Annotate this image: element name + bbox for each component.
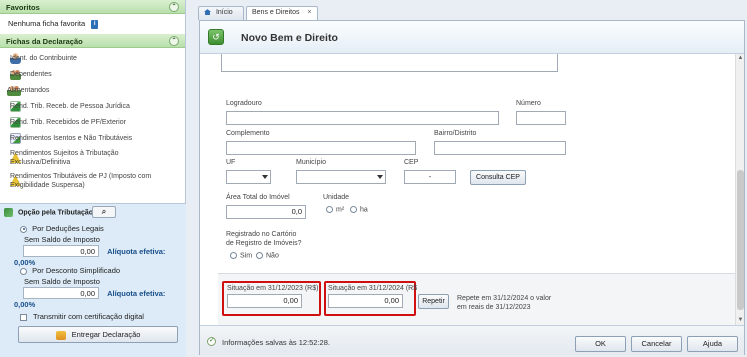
registrado-label-1: Registrado no Cartório (226, 231, 297, 238)
radio-button[interactable] (326, 206, 333, 213)
send-icon (55, 330, 66, 340)
scroll-thumb[interactable] (737, 170, 744, 310)
fichas-header[interactable]: Fichas da Declaração ⌃ (0, 34, 185, 48)
arrows-icon (4, 208, 13, 217)
form-area: Logradouro Número Complemento Bairro/Dis… (200, 54, 736, 325)
radio-deducoes-legais[interactable]: Por Deduções Legais (20, 223, 178, 234)
cep-input[interactable]: - (404, 170, 456, 184)
radio-button[interactable] (20, 225, 27, 233)
consulta-cep-button[interactable]: Consulta CEP (470, 170, 526, 185)
logradouro-label: Logradouro (226, 100, 262, 107)
entregar-declaracao-button[interactable]: Entregar Declaração (18, 326, 178, 343)
uf-select[interactable] (226, 170, 271, 184)
left-panel: Favoritos ⌃ Nenhuma ficha favorita i Fic… (0, 0, 186, 357)
tributacao-panel: Opção pela Tributação: ⌕ Por Deduções Le… (0, 203, 186, 357)
municipio-select[interactable] (296, 170, 386, 184)
bairro-input[interactable] (434, 141, 566, 155)
favoritos-header[interactable]: Favoritos ⌃ (0, 0, 185, 14)
nao-option[interactable]: Não (256, 252, 279, 259)
check-icon (207, 336, 216, 346)
ficha-ident-contribuinte[interactable]: Ident. do Contribuinte (0, 50, 185, 66)
vertical-scrollbar[interactable]: ▲ ▼ (735, 54, 744, 325)
ficha-rend-pf-exterior[interactable]: Rend. Trib. Recebidos de PF/Exterior (0, 114, 185, 130)
radio-button[interactable] (350, 206, 357, 213)
municipio-label: Município (296, 159, 326, 166)
close-icon[interactable]: × (307, 9, 311, 16)
situacao-2023-label: Situação em 31/12/2023 (R$) (227, 285, 319, 292)
logradouro-input[interactable] (226, 111, 499, 125)
simplificado-value: 0,00 (23, 287, 99, 299)
cancelar-button[interactable]: Cancelar (631, 336, 682, 352)
main-window: ↺ Novo Bem e Direito Logradouro Número C… (199, 20, 745, 355)
situacao-2024-label: Situação em 31/12/2024 (R$ (328, 285, 418, 292)
cep-label: CEP (404, 159, 419, 166)
repetir-hint-2: em reais de 31/12/2023 (457, 304, 531, 311)
unidade-m2-option[interactable]: m² (326, 206, 344, 213)
back-button[interactable]: ↺ (208, 29, 224, 45)
info-icon[interactable]: i (91, 19, 99, 29)
chevron-down-icon (262, 175, 268, 179)
unidade-ha-option[interactable]: ha (350, 206, 368, 213)
tab-bens-direitos[interactable]: Bens e Direitos × (246, 6, 318, 21)
ficha-dependentes[interactable]: Dependentes (0, 66, 185, 82)
radio-button[interactable] (230, 252, 237, 259)
deducoes-saldo-label: Sem Saldo de Imposto (24, 235, 100, 244)
ficha-rend-pj-suspensa[interactable]: Rendimentos Tributáveis de PJ (Imposto c… (0, 169, 185, 192)
ajuda-button[interactable]: Ajuda (687, 336, 738, 352)
simplificado-saldo-label: Sem Saldo de Imposto (24, 277, 100, 286)
title-bar: ↺ Novo Bem e Direito (200, 21, 744, 54)
transmitir-checkbox-row[interactable]: Transmitir com certificação digital (20, 311, 178, 322)
back-arrow-icon: ↺ (212, 32, 220, 42)
numero-label: Número (516, 100, 541, 107)
search-button[interactable]: ⌕ (92, 206, 116, 218)
ficha-alimentandos[interactable]: Alimentandos (0, 82, 185, 98)
complemento-input[interactable] (226, 141, 416, 155)
ok-button[interactable]: OK (575, 336, 626, 352)
area-input[interactable]: 0,0 (226, 205, 306, 219)
situacao-section: Situação em 31/12/2023 (R$) 0,00 Situaçã… (218, 273, 736, 325)
home-icon (204, 9, 211, 16)
status-message: Informações salvas às 12:52:28. (222, 338, 330, 347)
favoritos-empty: Nenhuma ficha favorita i (0, 14, 185, 34)
repetir-hint-1: Repete em 31/12/2024 o valor (457, 295, 552, 302)
ficha-rend-isentos[interactable]: Rendimentos Isentos e Não Tributáveis (0, 130, 185, 146)
fichas-list: Ident. do Contribuinte Dependentes Alime… (0, 48, 185, 192)
deducoes-value: 0,00 (23, 245, 99, 257)
transmitir-checkbox[interactable] (20, 313, 27, 321)
radio-button[interactable] (256, 252, 263, 259)
text-area-bottom[interactable] (221, 54, 558, 72)
search-icon: ⌕ (101, 207, 107, 216)
registrado-label-2: de Registro de Imóveis? (226, 240, 302, 247)
sim-option[interactable]: Sim (230, 252, 252, 259)
chevron-down-icon (377, 175, 383, 179)
repetir-button[interactable]: Repetir (418, 294, 449, 309)
situacao-2023-input[interactable]: 0,00 (227, 294, 302, 308)
radio-desconto-simplificado[interactable]: Por Desconto Simplificado (20, 265, 178, 276)
bairro-label: Bairro/Distrito (434, 130, 477, 137)
numero-input[interactable] (516, 111, 566, 125)
status-bar: Informações salvas às 12:52:28. OK Cance… (200, 325, 744, 355)
tab-inicio[interactable]: Início (198, 6, 244, 20)
complemento-label: Complemento (226, 130, 270, 137)
page-title: Novo Bem e Direito (241, 32, 338, 44)
radio-button[interactable] (20, 267, 27, 275)
unidade-label: Unidade (323, 194, 350, 201)
collapse-icon[interactable]: ⌃ (169, 36, 179, 46)
scroll-down-icon[interactable]: ▼ (737, 317, 744, 324)
scroll-up-icon[interactable]: ▲ (737, 55, 744, 62)
uf-label: UF (226, 159, 236, 166)
ficha-rend-exclusiva[interactable]: Rendimentos Sujeitos à Tributação Exclus… (0, 146, 185, 169)
collapse-icon[interactable]: ⌃ (169, 2, 179, 12)
area-label: Área Total do Imóvel (226, 194, 290, 201)
situacao-2024-input[interactable]: 0,00 (328, 294, 403, 308)
ficha-rend-pj[interactable]: Rend. Trib. Receb. de Pessoa Jurídica (0, 98, 185, 114)
tributacao-header: Opção pela Tributação: ⌕ (0, 204, 186, 221)
